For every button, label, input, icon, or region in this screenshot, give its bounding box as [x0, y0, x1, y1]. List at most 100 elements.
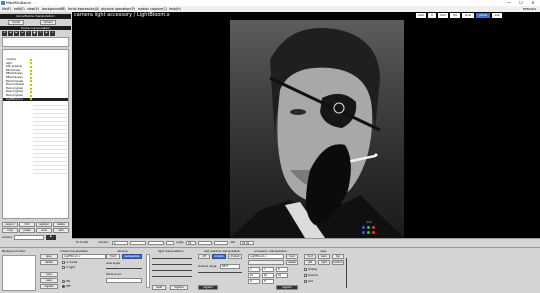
camera-front-button[interactable]: front — [106, 254, 120, 259]
off-radio[interactable] — [62, 285, 65, 288]
sub-button[interactable]: sub — [492, 13, 502, 18]
rotate-z-handle[interactable] — [372, 231, 375, 234]
light-color-bar-r[interactable] — [146, 254, 150, 288]
in-light-check[interactable] — [62, 266, 65, 269]
perspective-button[interactable]: perspective — [122, 254, 142, 259]
light-register-button[interactable]: register — [170, 285, 188, 290]
redo-button[interactable]: redo — [53, 228, 69, 233]
first-frame-icon[interactable]: ⏮ — [2, 31, 7, 36]
register-button[interactable]: register — [36, 222, 52, 227]
accessory-x-field[interactable]: X — [248, 267, 260, 272]
axis-gizmo[interactable]: local — [362, 221, 384, 235]
view-zoom-slider[interactable] — [346, 258, 347, 288]
menu-help[interactable]: help(H) — [169, 7, 181, 11]
load-model-button[interactable]: load — [40, 272, 58, 277]
menu-background[interactable]: background(B) — [42, 7, 66, 11]
shadow-check[interactable] — [304, 274, 307, 277]
local-button[interactable]: local — [462, 13, 474, 18]
in-model-check[interactable] — [62, 261, 65, 264]
prev-frame-icon[interactable]: ◀ — [8, 31, 13, 36]
global-button[interactable]: global — [476, 13, 490, 18]
last-frame-icon[interactable]: ⏭ — [20, 31, 25, 36]
light-r-slider[interactable] — [152, 258, 192, 259]
shadow-range-field[interactable]: 8875 — [220, 264, 240, 269]
add-check[interactable] — [304, 280, 307, 283]
axis-z-handle[interactable] — [372, 226, 375, 229]
rotate-y-handle[interactable] — [367, 231, 370, 234]
delete-model-button[interactable]: delete — [40, 260, 58, 265]
stop-icon[interactable]: ■ — [32, 31, 37, 36]
axis-y-handle[interactable] — [367, 226, 370, 229]
model-select[interactable]: LightBloom.x — [62, 254, 106, 259]
axis-x-handle[interactable] — [362, 226, 365, 229]
shadow-mode2-button[interactable]: mode2 — [228, 254, 242, 259]
shadow-mode1-button[interactable]: mode1 — [212, 254, 226, 259]
view-left-button[interactable]: left — [304, 260, 316, 265]
display-check[interactable] — [304, 268, 307, 271]
accessory-ry-field[interactable]: Ry — [262, 273, 274, 278]
interpolation-area[interactable] — [2, 37, 69, 47]
copy-button[interactable]: copy — [2, 228, 18, 233]
open-model-button[interactable]: open — [40, 254, 58, 259]
loop-icon[interactable]: ↻ — [38, 31, 43, 36]
tab-camera[interactable]: camera — [40, 20, 56, 25]
play-icon[interactable]: ▷ — [26, 31, 31, 36]
accessory-tr-field[interactable]: Tr — [262, 279, 274, 284]
accessory-z-field[interactable]: Z — [276, 267, 288, 272]
rot-x-field[interactable] — [198, 240, 212, 245]
frame-field[interactable]: 0 — [112, 240, 128, 245]
accessory-rx-field[interactable]: Rx — [248, 273, 260, 278]
undo-button[interactable]: undo — [36, 228, 52, 233]
accessory-rz-field[interactable]: Rz — [276, 273, 288, 278]
pos-x-field[interactable] — [130, 240, 146, 245]
accessory-sub-select[interactable] — [248, 260, 284, 265]
accessory-si-field[interactable]: Si — [248, 279, 260, 284]
rot-y-field[interactable] — [214, 240, 228, 245]
angle-field[interactable]: 30 — [186, 240, 196, 245]
zoom-icon[interactable]: + — [50, 31, 55, 36]
accessory-select[interactable]: LightBloom.x — [248, 254, 284, 259]
split-button[interactable]: split — [416, 13, 426, 18]
accessory-load-button[interactable]: load — [286, 254, 298, 259]
3d-viewport[interactable]: camera light accessory / LightBloom.x sp… — [72, 12, 540, 238]
light-b-slider[interactable] — [152, 270, 192, 271]
accessory-y-field[interactable]: Y — [262, 267, 274, 272]
follow-bone-select[interactable] — [106, 278, 142, 283]
light-reset-button[interactable]: reset — [152, 285, 166, 290]
light-x-slider[interactable] — [152, 276, 192, 277]
pos-y-field[interactable] — [148, 240, 164, 245]
tab-model[interactable]: model — [8, 20, 24, 25]
view-bottom-button[interactable]: bottom — [332, 260, 344, 265]
pos-z-field[interactable] — [166, 240, 174, 245]
rotate-x-handle[interactable] — [362, 231, 365, 234]
camera-go-button[interactable]: ▶ — [46, 235, 56, 240]
front-button[interactable]: front — [438, 13, 448, 18]
dist-field[interactable]: 45.00 — [240, 240, 254, 245]
expand-button[interactable]: expand — [2, 222, 18, 227]
menu-facial-expression[interactable]: facial expression(X) — [68, 7, 99, 11]
menu-physical-operation[interactable]: physical operation(P) — [101, 7, 135, 11]
light-g-slider[interactable] — [152, 264, 192, 265]
timeline-list[interactable]: camera light self_shadow Blur(Scale) Eff… — [2, 49, 69, 219]
to-model-label[interactable]: To model — [76, 240, 88, 245]
delete-button[interactable]: delete — [53, 222, 69, 227]
key-icon[interactable]: ◆ — [44, 31, 49, 36]
accessory-register-button[interactable]: register — [276, 285, 298, 290]
shadow-range-slider[interactable] — [198, 272, 242, 273]
paste-button[interactable]: paste — [19, 228, 35, 233]
on-radio[interactable] — [62, 280, 65, 283]
view-angle-slider[interactable] — [106, 268, 142, 269]
menu-edit[interactable]: edit(E) — [14, 7, 25, 11]
menu-motion-capture[interactable]: motion capture(C) — [138, 7, 167, 11]
view-back-button[interactable]: back — [318, 254, 330, 259]
fold-button[interactable]: fold — [19, 222, 35, 227]
next-frame-icon[interactable]: ▶ — [14, 31, 19, 36]
shadow-off-button[interactable]: off — [198, 254, 210, 259]
view-zero-button[interactable]: 0 — [428, 13, 436, 18]
accessory-delete-button[interactable]: delete — [286, 260, 298, 265]
menu-file[interactable]: file(F) — [2, 7, 11, 11]
view-front-button[interactable]: front — [304, 254, 316, 259]
list-item-selected[interactable]: LightBloom.x — [3, 97, 68, 102]
view-right-button[interactable]: right — [318, 260, 330, 265]
shadow-register-button[interactable]: register — [198, 285, 218, 290]
